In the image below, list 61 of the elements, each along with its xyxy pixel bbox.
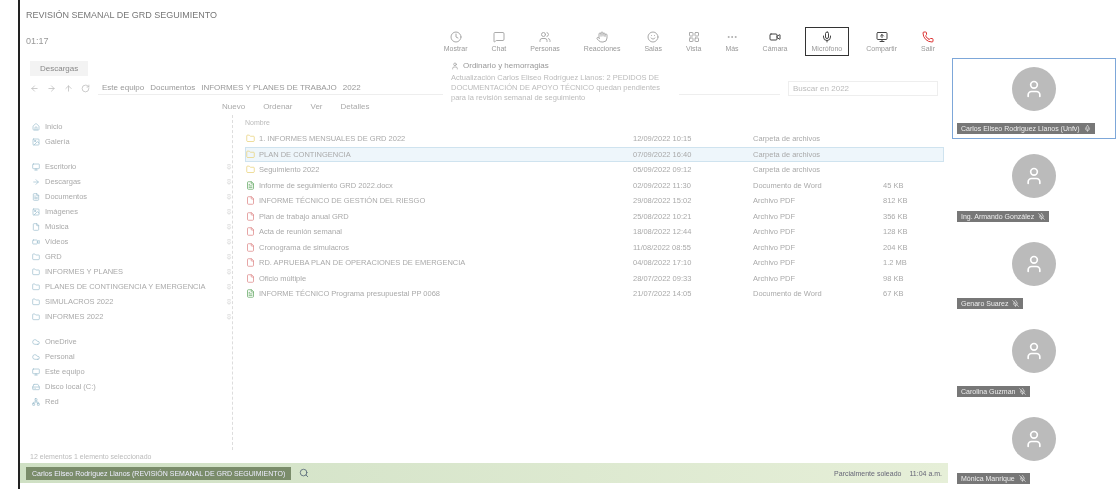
nav-item-icon bbox=[32, 367, 40, 376]
forward-icon[interactable] bbox=[47, 83, 56, 93]
back-icon[interactable] bbox=[30, 83, 39, 93]
meeting-timer: 01:17 bbox=[26, 36, 49, 46]
phone-icon bbox=[922, 30, 934, 43]
breadcrumb-item[interactable]: Documentos bbox=[150, 83, 196, 92]
avatar-icon bbox=[1012, 329, 1056, 374]
breadcrumb-item[interactable]: 2022 bbox=[342, 83, 361, 92]
nav-item-icon bbox=[32, 382, 40, 391]
nav-item-icon bbox=[32, 162, 40, 171]
pdf-icon bbox=[246, 196, 255, 206]
search-field[interactable]: Buscar en 2022 bbox=[788, 80, 938, 96]
nav-item-icon bbox=[32, 177, 40, 186]
nav-item-icon bbox=[32, 192, 40, 201]
hand-icon bbox=[596, 30, 609, 43]
nav-item-icon bbox=[32, 282, 40, 291]
people-icon bbox=[539, 30, 552, 43]
avatar-icon bbox=[1012, 241, 1056, 286]
explorer-tab[interactable]: Descargas bbox=[30, 60, 89, 76]
pdf-icon bbox=[246, 211, 255, 221]
command-button[interactable]: Ordenar bbox=[261, 100, 295, 113]
nav-item-icon bbox=[32, 312, 40, 321]
nav-item-icon bbox=[32, 137, 40, 146]
avatar-icon bbox=[1012, 67, 1056, 111]
notification-title: Ordinario y hemorragias bbox=[463, 61, 549, 70]
smiley-icon bbox=[647, 30, 660, 43]
refresh-icon[interactable] bbox=[81, 83, 90, 93]
clock-icon bbox=[449, 30, 462, 43]
user-icon bbox=[451, 61, 459, 70]
pdf-icon bbox=[246, 258, 255, 268]
avatar-icon bbox=[1012, 416, 1056, 461]
nav-item-icon bbox=[32, 297, 40, 306]
nav-item-icon bbox=[32, 237, 40, 246]
pdf-icon bbox=[246, 273, 255, 283]
command-button[interactable]: Detalles bbox=[338, 100, 372, 113]
folder-icon bbox=[246, 134, 255, 144]
folder-icon bbox=[246, 165, 255, 175]
nav-item-icon bbox=[32, 252, 40, 261]
pdf-icon bbox=[246, 227, 255, 237]
document-icon bbox=[246, 180, 255, 190]
nav-item-icon bbox=[32, 222, 40, 231]
breadcrumb-item[interactable]: Este equipo bbox=[102, 83, 145, 92]
window-title: REVISIÓN SEMANAL DE GRD SEGUIMIENTO bbox=[25, 9, 219, 22]
grid-icon bbox=[687, 30, 700, 43]
up-icon[interactable] bbox=[64, 83, 73, 93]
pdf-icon bbox=[246, 242, 255, 252]
search-icon[interactable] bbox=[299, 468, 310, 478]
screen-share-icon bbox=[875, 30, 888, 43]
chat-bubble-icon bbox=[492, 30, 505, 43]
nav-item-icon bbox=[32, 207, 40, 216]
nav-item-icon bbox=[32, 397, 40, 406]
breadcrumb-item[interactable]: INFORMES Y PLANES DE TRABAJO bbox=[201, 83, 337, 92]
command-button[interactable]: Ver bbox=[308, 100, 325, 113]
document-icon bbox=[246, 289, 255, 299]
folder-icon bbox=[246, 149, 255, 159]
nav-item-icon bbox=[32, 122, 40, 131]
avatar-icon bbox=[1012, 154, 1056, 199]
microphone-icon bbox=[820, 30, 833, 43]
nav-item-icon bbox=[32, 267, 40, 276]
command-button[interactable]: Nuevo bbox=[220, 100, 248, 113]
camera-icon bbox=[769, 30, 782, 43]
